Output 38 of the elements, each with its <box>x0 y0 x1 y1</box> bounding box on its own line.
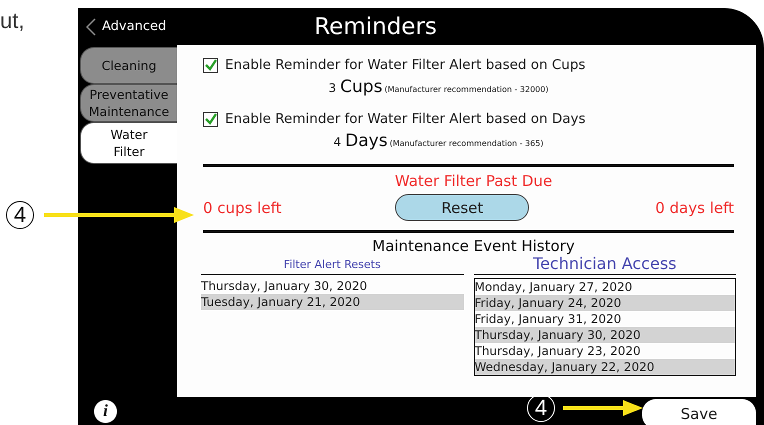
column-heading: Technician Access <box>474 255 736 275</box>
reminder-value: 3 <box>328 81 336 95</box>
history-title: Maintenance Event History <box>371 237 576 255</box>
recommendation-note: (Manufacturer recommendation - 32000) <box>384 85 548 94</box>
reminder-value: 4 <box>334 135 342 149</box>
cups-left: 0 cups left <box>203 198 282 216</box>
back-link[interactable]: Advanced <box>78 18 166 36</box>
chevron-left-icon <box>86 18 96 36</box>
callout-number: 4 <box>527 394 555 422</box>
history-row: Friday, January 24, 2020 <box>474 295 735 311</box>
info-button[interactable]: i <box>94 400 117 422</box>
checkbox[interactable] <box>203 112 218 126</box>
history-row: Wednesday, January 22, 2020 <box>474 359 735 375</box>
sidebar-tab[interactable]: Preventative Maintenance <box>80 84 177 122</box>
screen-title: Reminders <box>314 14 437 40</box>
history-row: Thursday, January 30, 2020 <box>474 327 735 343</box>
history-row-text: Monday, January 27, 2020 <box>474 279 634 295</box>
sidebar-tab[interactable]: Cleaning <box>80 47 177 84</box>
past-due-title: Water Filter Past Due <box>394 172 554 190</box>
column-heading: Filter Alert Resets <box>201 257 464 275</box>
reset-button[interactable]: Reset <box>395 194 530 221</box>
arrow-icon <box>563 400 643 416</box>
reminder-unit: Cups <box>340 77 382 97</box>
history-row-text: Thursday, January 30, 2020 <box>201 278 368 294</box>
checkbox[interactable] <box>203 58 218 72</box>
history-row: Tuesday, January 21, 2020 <box>201 294 464 310</box>
arrow-icon <box>44 207 194 223</box>
days-left: 0 days left <box>655 198 734 216</box>
checkbox-label: Enable Reminder for Water Filter Alert based on Days <box>225 111 586 127</box>
recommendation-note: (Manufacturer recommendation - 365) <box>390 139 544 148</box>
checkbox-label: Enable Reminder for Water Filter Alert based on Cups <box>225 57 586 73</box>
reminder-unit: Days <box>345 131 388 151</box>
callout-number: 4 <box>6 201 34 229</box>
history-row-text: Friday, January 31, 2020 <box>474 311 622 327</box>
history-row-text: Thursday, January 23, 2020 <box>474 343 642 359</box>
sidebar-tab[interactable]: Water Filter <box>80 122 177 164</box>
manual-text: ut, <box>0 8 24 34</box>
save-button[interactable]: Save <box>642 399 756 425</box>
